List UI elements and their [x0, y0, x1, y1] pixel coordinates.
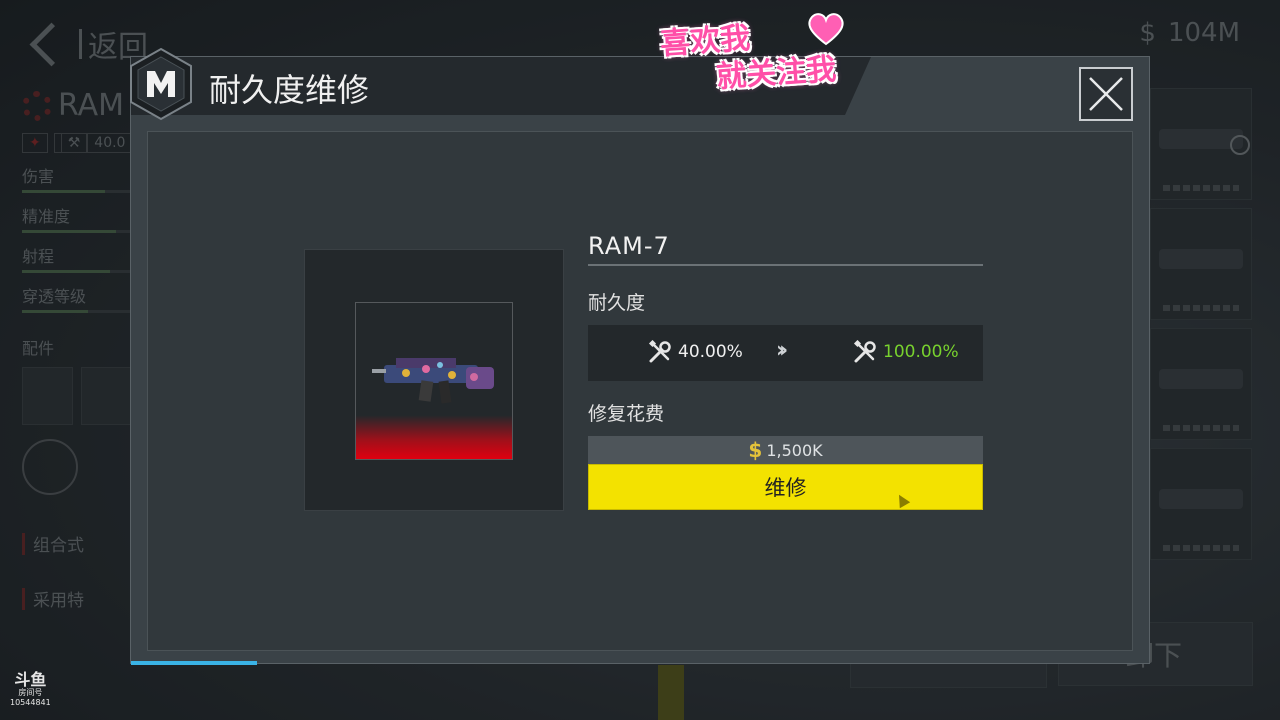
repair-tools-icon	[853, 340, 876, 363]
sticker-line2: 就关注我	[715, 51, 838, 96]
cost-bar: $ 1,500K	[588, 436, 983, 464]
game-logo-icon	[130, 47, 192, 121]
close-icon	[1089, 77, 1123, 111]
repair-tools-icon	[648, 340, 671, 363]
modal-title: 耐久度维修	[209, 71, 370, 109]
durability-box: 40.00% ›› 100.00%	[588, 325, 983, 381]
cost-label: 修复花费	[588, 403, 665, 425]
repair-info: RAM-7 耐久度 40.00% ›› 100.00% 修复花费 $ 1,500…	[588, 232, 983, 510]
repair-button-label: 维修	[764, 476, 807, 500]
weapon-preview	[304, 249, 564, 511]
durability-current: 40.00%	[648, 340, 743, 364]
weapon-thumbnail	[355, 302, 513, 460]
durability-after-value: 100.00%	[883, 342, 959, 362]
watermark-logo: 斗鱼	[14, 670, 47, 689]
modal-body: RAM-7 耐久度 40.00% ›› 100.00% 修复花费 $ 1,500…	[147, 131, 1133, 651]
watermark-room: 10544841	[10, 698, 51, 707]
cost-amount: 1,500K	[766, 440, 823, 460]
progress-strip	[131, 661, 257, 665]
stream-watermark: 斗鱼 房间号 10544841	[10, 672, 51, 708]
heart-icon	[808, 13, 844, 46]
dollar-icon: $	[748, 438, 763, 462]
durability-after: 100.00%	[853, 340, 959, 364]
weapon-name: RAM-7	[588, 232, 983, 266]
close-button[interactable]	[1079, 67, 1133, 121]
weapon-image-icon	[372, 358, 494, 404]
double-chevron-right-icon: ››	[776, 338, 788, 363]
watermark-sub: 房间号	[18, 688, 43, 697]
durability-current-value: 40.00%	[678, 342, 743, 362]
streamer-follow-sticker: 喜欢我 就关注我	[656, 10, 896, 95]
durability-label: 耐久度	[588, 292, 646, 314]
durability-repair-modal: 耐久度维修 RAM-7 耐久度 40.00% ›› 100.00% 修复花费 $…	[130, 47, 1150, 665]
repair-button[interactable]: 维修	[588, 464, 983, 510]
